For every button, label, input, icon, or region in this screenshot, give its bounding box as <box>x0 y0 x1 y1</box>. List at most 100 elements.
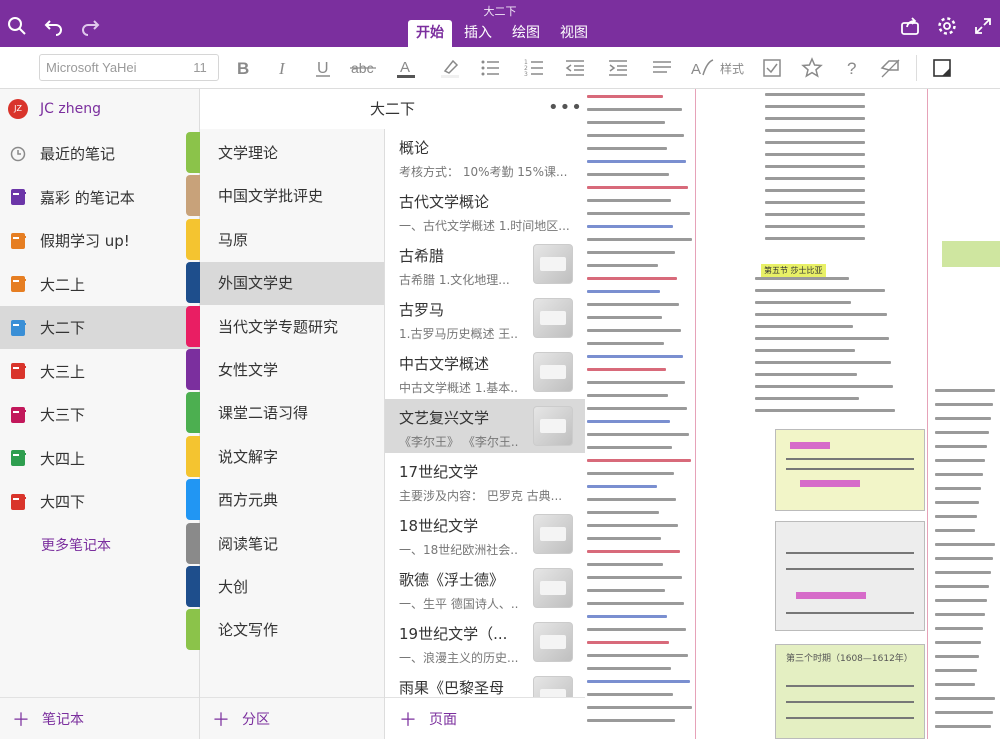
notebook-item[interactable]: 假期学习 up! <box>0 219 200 262</box>
section-color-tab[interactable] <box>186 609 200 651</box>
section-item[interactable]: 西方元典 <box>186 479 384 522</box>
scanned-text-line <box>755 325 853 328</box>
section-color-tab[interactable] <box>186 479 200 521</box>
more-options-icon[interactable]: ••• <box>548 97 583 118</box>
styles-icon[interactable]: A <box>690 56 714 80</box>
page-item[interactable]: 中古文学概述 中古文学概述 1.基本... <box>385 345 585 399</box>
section-color-tab[interactable] <box>186 435 200 477</box>
section-item[interactable]: 当代文学专题研究 <box>186 305 384 349</box>
font-name[interactable]: Microsoft YaHei <box>40 60 182 75</box>
notebook-item[interactable]: 大三上 <box>0 350 200 393</box>
tab-insert[interactable]: 插入 <box>456 20 500 47</box>
page-item[interactable]: 文艺复兴文学 《李尔王》 《李尔王... <box>385 399 585 453</box>
expand-icon[interactable] <box>973 16 993 36</box>
checkbox-icon[interactable] <box>760 56 784 80</box>
notebook-item[interactable]: 大四上 <box>0 437 200 480</box>
styles-label[interactable]: 样式 <box>720 60 744 77</box>
page-item[interactable]: 17世纪文学 主要涉及内容： 巴罗克 古典... <box>385 453 585 507</box>
scanned-text-line <box>587 511 659 514</box>
more-notebooks-link[interactable]: 更多笔记本 <box>41 535 111 555</box>
add-page-button[interactable]: ＋ 页面 <box>385 697 585 739</box>
user-account[interactable]: JZ JC zheng <box>0 89 199 129</box>
section-color-tab[interactable] <box>186 262 200 304</box>
photo-highlight <box>790 442 830 449</box>
notebook-item[interactable]: 大二下 <box>0 306 200 349</box>
note-canvas[interactable]: 第五节 莎士比亚 第三个时期（1608—1612年） <box>585 89 1000 739</box>
clear-format-icon[interactable] <box>878 56 902 80</box>
section-color-tab[interactable] <box>186 522 200 564</box>
section-item[interactable]: 文学理论 <box>186 132 384 175</box>
font-color-icon[interactable]: A <box>394 56 418 80</box>
font-selector[interactable]: Microsoft YaHei 11 <box>39 54 219 81</box>
section-item[interactable]: 课堂二语习得 <box>186 392 384 435</box>
notebook-icon <box>11 406 26 423</box>
gear-icon[interactable] <box>937 16 957 36</box>
section-color-tab[interactable] <box>186 218 200 260</box>
plus-icon: ＋ <box>212 709 230 731</box>
scanned-text-line <box>935 529 975 532</box>
svg-text:A: A <box>691 61 701 78</box>
help-icon[interactable]: ? <box>840 56 864 80</box>
section-color-tab[interactable] <box>186 566 200 607</box>
section-item[interactable]: 阅读笔记 <box>186 522 384 566</box>
page-item[interactable]: 概论 考核方式： 10%考勤 15%课... <box>385 129 585 183</box>
section-item[interactable]: 中国文学批评史 <box>186 175 384 218</box>
section-item[interactable]: 大创 <box>186 566 384 609</box>
share-icon[interactable] <box>900 16 920 36</box>
undo-icon[interactable] <box>44 16 64 36</box>
outdent-icon[interactable] <box>563 56 587 80</box>
indent-icon[interactable] <box>606 56 630 80</box>
redo-icon[interactable] <box>80 16 100 36</box>
star-icon[interactable] <box>800 56 824 80</box>
page-item[interactable]: 古代文学概论 一、古代文学概述 1.时间地区... <box>385 183 585 237</box>
page-item[interactable]: 歌德《浮士德》 一、生平 德国诗人、... <box>385 561 585 615</box>
numbered-list-icon[interactable]: 123 <box>522 56 546 80</box>
italic-icon[interactable]: I <box>271 56 295 80</box>
notebook-item[interactable]: 大三下 <box>0 393 200 436</box>
underline-icon[interactable]: U <box>311 56 335 80</box>
strikethrough-icon[interactable]: abc <box>349 56 377 80</box>
add-section-button[interactable]: ＋ 分区 <box>200 697 384 739</box>
section-item[interactable]: 论文写作 <box>186 609 384 652</box>
page-item[interactable]: 古希腊 古希腊 1.文化地理... <box>385 237 585 291</box>
section-item[interactable]: 外国文学史 <box>186 262 384 306</box>
search-icon[interactable] <box>7 16 27 36</box>
page-item[interactable]: 古罗马 1.古罗马历史概述 王... <box>385 291 585 345</box>
notebook-item[interactable]: 大四下 <box>0 480 200 523</box>
page-title: 古代文学概论 <box>399 193 490 211</box>
tab-draw[interactable]: 绘图 <box>504 20 548 47</box>
bold-icon[interactable]: B <box>231 56 255 80</box>
scanned-text-line <box>755 385 893 388</box>
page-title: 雨果《巴黎圣母 <box>399 679 505 697</box>
scanned-text-line <box>765 189 865 192</box>
scanned-text-line <box>587 641 669 644</box>
section-color-tab[interactable] <box>186 305 200 347</box>
notebook-item[interactable]: 大二上 <box>0 263 200 306</box>
tab-home[interactable]: 开始 <box>408 20 452 47</box>
highlight-icon[interactable] <box>438 56 462 80</box>
dock-icon[interactable] <box>930 56 954 80</box>
tab-view[interactable]: 视图 <box>552 20 596 47</box>
page-title: 17世纪文学 <box>399 463 479 481</box>
font-size[interactable]: 11 <box>182 60 218 75</box>
notebook-item[interactable]: 最近的笔记 <box>0 132 200 175</box>
bullet-list-icon[interactable] <box>478 56 502 80</box>
section-color-tab[interactable] <box>186 392 200 434</box>
section-item[interactable]: 女性文学 <box>186 349 384 392</box>
section-color-tab[interactable] <box>186 349 200 390</box>
scanned-text-line <box>587 576 682 579</box>
scanned-text-line <box>587 420 670 423</box>
notebook-label: 假期学习 up! <box>40 232 130 250</box>
section-item[interactable]: 马原 <box>186 218 384 262</box>
scanned-text-line <box>755 337 889 340</box>
section-color-tab[interactable] <box>186 132 200 173</box>
align-icon[interactable] <box>650 56 674 80</box>
notebook-item[interactable]: 嘉彩 的笔记本 <box>0 176 200 219</box>
section-item[interactable]: 说文解字 <box>186 435 384 479</box>
scanned-text-line <box>765 105 865 108</box>
scanned-text-line <box>587 589 665 592</box>
add-notebook-button[interactable]: ＋ 笔记本 <box>0 697 199 739</box>
section-color-tab[interactable] <box>186 175 200 217</box>
page-item[interactable]: 19世纪文学（... 一、浪漫主义的历史... <box>385 615 585 669</box>
page-item[interactable]: 18世纪文学 一、18世纪欧洲社会... <box>385 507 585 561</box>
